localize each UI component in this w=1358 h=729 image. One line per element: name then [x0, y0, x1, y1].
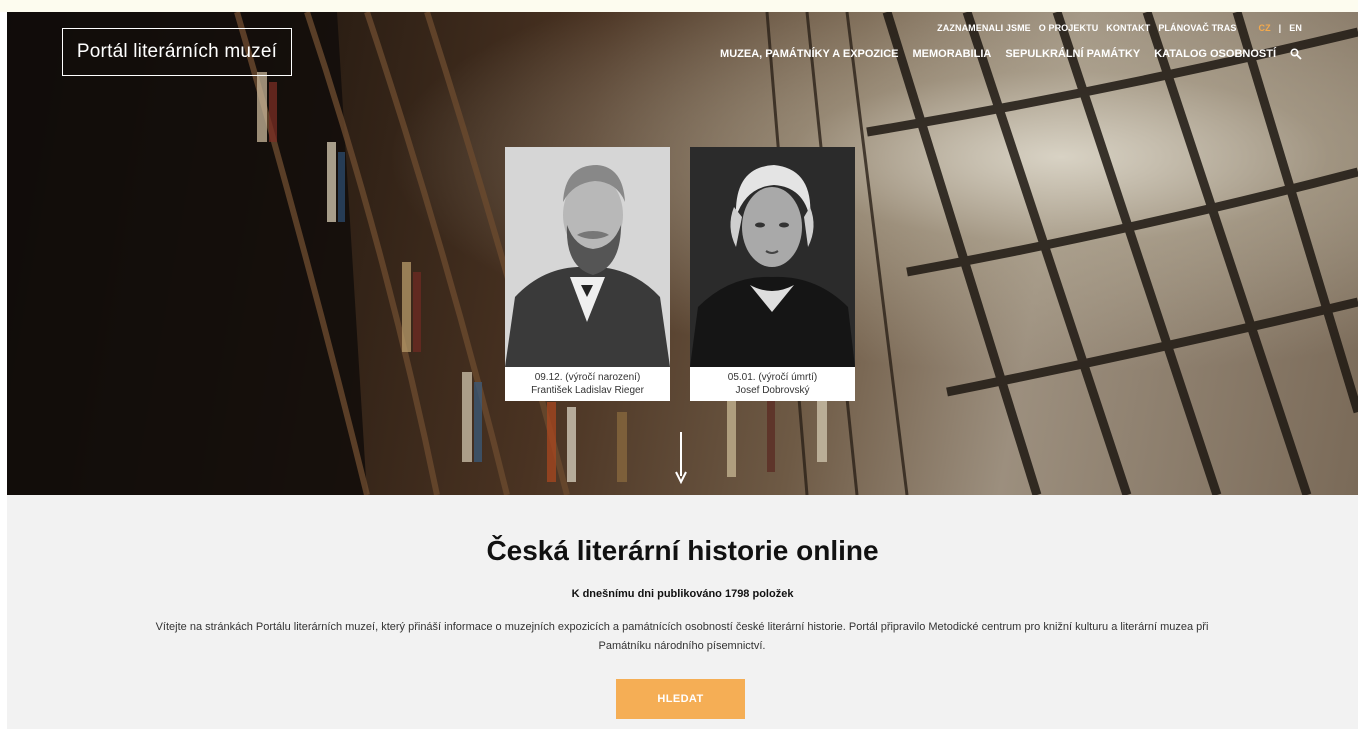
top-strip: [0, 0, 1358, 12]
library-background-image: [7, 12, 1358, 495]
nav-link-kontakt[interactable]: KONTAKT: [1106, 23, 1150, 33]
anniversary-name: František Ladislav Rieger: [531, 385, 644, 396]
hero-banner: Portál literárních muzeí ZAZNAMENALI JSM…: [7, 12, 1358, 495]
anniversary-card-dobrovsky[interactable]: 05.01. (výročí úmrtí) Josef Dobrovský: [690, 147, 855, 401]
anniversary-caption: 05.01. (výročí úmrtí) Josef Dobrovský: [690, 367, 855, 401]
anniversary-caption: 09.12. (výročí narození) František Ladis…: [505, 367, 670, 401]
anniversary-date: 09.12. (výročí narození): [534, 372, 641, 383]
language-cz[interactable]: CZ: [1258, 23, 1270, 33]
nav-link-planovac-tras[interactable]: PLÁNOVAČ TRAS: [1158, 23, 1236, 33]
search-button[interactable]: HLEDAT: [616, 679, 745, 719]
nav-link-katalog-osobnosti[interactable]: KATALOG OSOBNOSTÍ: [1154, 48, 1276, 60]
nav-link-zaznamenali-jsme[interactable]: ZAZNAMENALI JSME: [937, 23, 1031, 33]
nav-link-o-projektu[interactable]: O PROJEKTU: [1039, 23, 1099, 33]
secondary-nav: ZAZNAMENALI JSME O PROJEKTU KONTAKT PLÁN…: [937, 23, 1302, 33]
nav-link-memorabilia[interactable]: MEMORABILIA: [913, 48, 992, 60]
intro-section: Česká literární historie online K dnešní…: [7, 495, 1358, 729]
anniversary-date: 05.01. (výročí úmrtí): [727, 372, 818, 383]
page: Portál literárních muzeí ZAZNAMENALI JSM…: [0, 0, 1358, 729]
search-icon[interactable]: [1290, 48, 1302, 60]
anniversary-name: Josef Dobrovský: [735, 385, 810, 396]
intro-text: Vítejte na stránkách Portálu literárních…: [155, 621, 1209, 652]
nav-link-muzea[interactable]: MUZEA, PAMÁTNÍKY A EXPOZICE: [720, 48, 898, 60]
published-count: K dnešnímu dni publikováno 1798 položek: [571, 588, 794, 600]
scroll-down-arrow-icon[interactable]: [675, 432, 687, 484]
language-separator: |: [1278, 23, 1282, 33]
language-en[interactable]: EN: [1289, 23, 1302, 33]
nav-link-sepulkralni-pamatky[interactable]: SEPULKRÁLNÍ PAMÁTKY: [1005, 48, 1140, 60]
main-nav: MUZEA, PAMÁTNÍKY A EXPOZICE MEMORABILIA …: [720, 48, 1302, 60]
portrait-dobrovsky: [690, 147, 855, 367]
site-logo[interactable]: Portál literárních muzeí: [62, 28, 292, 76]
portrait-rieger: [505, 147, 670, 367]
anniversary-card-rieger[interactable]: 09.12. (výročí narození) František Ladis…: [505, 147, 670, 401]
page-title: Česká literární historie online: [486, 535, 879, 566]
